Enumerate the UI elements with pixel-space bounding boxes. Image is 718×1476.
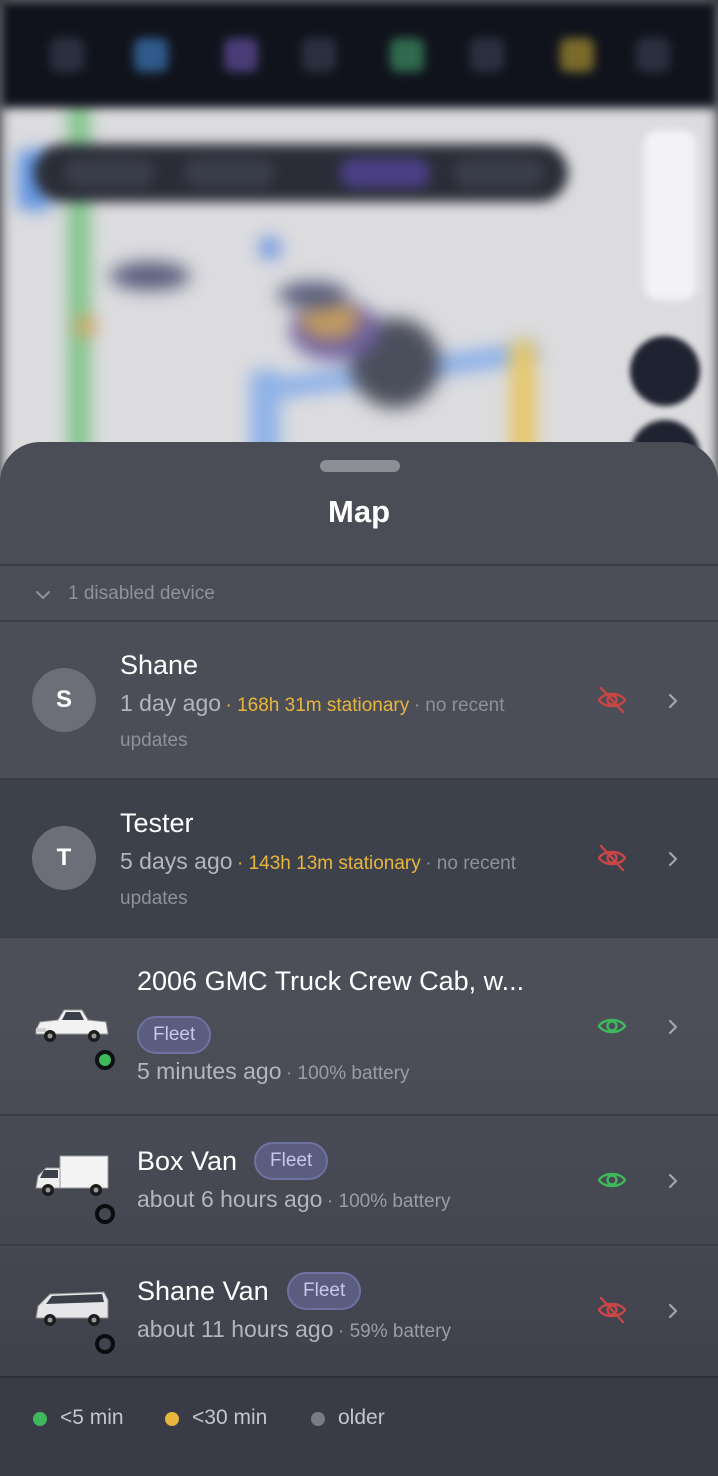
vehicle-status: about 6 hours ago · 100% battery bbox=[137, 1186, 450, 1213]
eye-off-icon[interactable] bbox=[596, 684, 628, 716]
top-navigation-bar bbox=[0, 0, 718, 108]
disabled-devices-label: 1 disabled device bbox=[68, 583, 215, 604]
device-name: Shane bbox=[120, 650, 199, 680]
avatar: T bbox=[32, 826, 96, 890]
chevron-right-icon[interactable] bbox=[664, 850, 682, 868]
vehicle-name: Box Van bbox=[137, 1146, 238, 1176]
eye-off-icon[interactable] bbox=[596, 842, 628, 874]
device-status: 1 day ago · 168h 31m stationary · no rec… bbox=[120, 686, 570, 759]
chevron-right-icon[interactable] bbox=[664, 1172, 682, 1190]
legend-dot-green bbox=[33, 1412, 47, 1426]
pickup-truck-image bbox=[35, 1009, 109, 1042]
legend-dot-yellow bbox=[165, 1412, 179, 1426]
device-row-tester[interactable]: T Tester 5 days ago · 143h 13m stationar… bbox=[0, 778, 718, 936]
vehicle-name: Shane Van bbox=[137, 1276, 269, 1306]
eye-off-icon[interactable] bbox=[596, 1294, 628, 1326]
map-action-button bbox=[630, 336, 700, 406]
fleet-badge: Fleet bbox=[287, 1272, 362, 1310]
stationary-duration: · 168h 31m stationary bbox=[225, 695, 410, 716]
vehicle-row-gmc-truck[interactable]: 2006 GMC Truck Crew Cab, w... Fleet 5 mi… bbox=[0, 936, 718, 1114]
last-seen: 5 minutes ago bbox=[137, 1058, 282, 1084]
legend-label: older bbox=[338, 1406, 385, 1429]
vehicle-row-box-van[interactable]: Box Van Fleet about 6 hours ago · 100% b… bbox=[0, 1114, 718, 1244]
legend-label: <5 min bbox=[60, 1406, 124, 1429]
vehicle-status: about 11 hours ago · 59% battery bbox=[137, 1316, 451, 1343]
legend-label: <30 min bbox=[192, 1406, 268, 1429]
sheet-grabber[interactable] bbox=[320, 460, 400, 472]
disabled-devices-toggle[interactable]: 1 disabled device bbox=[0, 564, 718, 622]
last-seen: 1 day ago bbox=[120, 690, 222, 716]
fleet-badge: Fleet bbox=[254, 1142, 329, 1180]
battery-level: · 100% battery bbox=[285, 1063, 410, 1084]
box-van-image bbox=[35, 1155, 109, 1196]
fleet-badge: Fleet bbox=[137, 1016, 212, 1054]
vehicle-row-shane-van[interactable]: Shane Van Fleet about 11 hours ago · 59%… bbox=[0, 1244, 718, 1376]
avatar: S bbox=[32, 668, 96, 732]
last-seen: 5 days ago bbox=[120, 848, 233, 874]
status-indicator bbox=[95, 1050, 115, 1070]
status-indicator bbox=[95, 1334, 115, 1354]
map-controls bbox=[644, 130, 696, 300]
date-range-selector bbox=[34, 144, 568, 202]
chevron-right-icon[interactable] bbox=[664, 1018, 682, 1036]
stationary-duration: · 143h 13m stationary bbox=[236, 853, 421, 874]
battery-level: · 59% battery bbox=[337, 1321, 451, 1342]
sheet-title: Map bbox=[328, 494, 390, 529]
vehicle-name: 2006 GMC Truck Crew Cab, w... bbox=[137, 966, 525, 996]
status-indicator bbox=[95, 1204, 115, 1224]
eye-icon[interactable] bbox=[596, 1164, 628, 1196]
chevron-down-icon bbox=[36, 591, 50, 599]
last-seen: about 6 hours ago bbox=[137, 1186, 323, 1212]
eye-icon[interactable] bbox=[596, 1010, 628, 1042]
device-list-sheet: Map 1 disabled device S Shane 1 day ago … bbox=[0, 442, 718, 1476]
passenger-van-image bbox=[35, 1291, 109, 1326]
vehicle-status: 5 minutes ago · 100% battery bbox=[137, 1058, 410, 1085]
last-seen: about 11 hours ago bbox=[137, 1316, 334, 1342]
device-row-shane[interactable]: S Shane 1 day ago · 168h 31m stationary … bbox=[0, 620, 718, 778]
battery-level: · 100% battery bbox=[326, 1191, 451, 1212]
device-name: Tester bbox=[120, 808, 194, 838]
device-status: 5 days ago · 143h 13m stationary · no re… bbox=[120, 844, 540, 917]
chevron-right-icon[interactable] bbox=[664, 692, 682, 710]
freshness-legend: <5 min <30 min older bbox=[0, 1376, 718, 1476]
legend-dot-gray bbox=[311, 1412, 325, 1426]
chevron-right-icon[interactable] bbox=[664, 1302, 682, 1320]
